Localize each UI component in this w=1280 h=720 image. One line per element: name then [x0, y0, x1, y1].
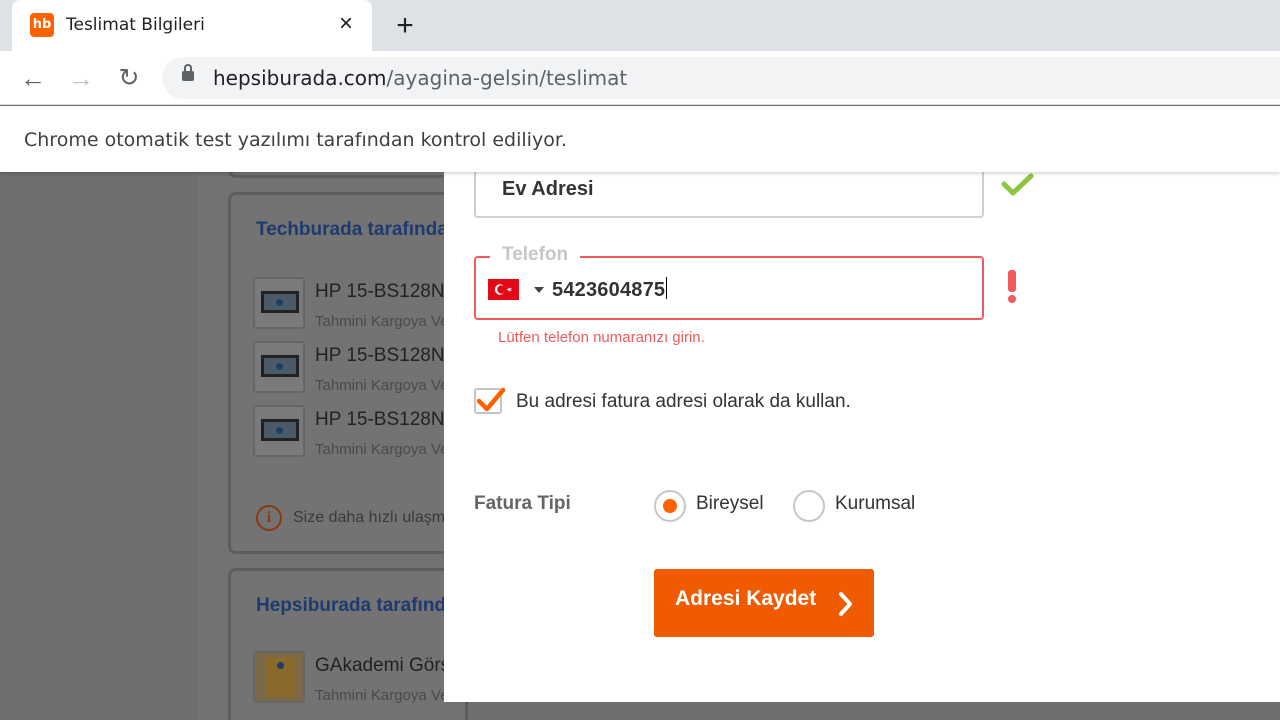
automation-infobar: Chrome otomatik test yazılımı tarafından… [0, 106, 1280, 172]
valid-check-icon [1000, 172, 1040, 200]
tab-title: Teslimat Bilgileri [66, 15, 205, 35]
lock-icon[interactable] [182, 64, 194, 81]
laptop-thumbnail [253, 405, 305, 457]
turkey-flag-icon[interactable] [488, 279, 519, 300]
info-icon: i [256, 505, 282, 531]
item-title: HP 15-BS128N [315, 409, 445, 430]
seller-name: Hepsiburada tarafından [256, 595, 469, 616]
browser-tab[interactable]: hb Teslimat Bilgileri × [12, 0, 372, 51]
save-address-label: Adresi Kaydet [675, 587, 817, 610]
hepsiburada-favicon-icon: hb [30, 13, 54, 37]
url-path: /ayagina-gelsin/teslimat [386, 66, 628, 90]
background-seller-card: Techburada tarafından HP 15-BS128N Tahmi… [228, 192, 471, 554]
tab-close-icon[interactable]: × [334, 12, 358, 36]
back-arrow-icon[interactable]: ← [17, 62, 49, 94]
invoice-corporate-label[interactable]: Kurumsal [835, 493, 915, 515]
seller-name: Techburada tarafından [256, 219, 460, 240]
billing-same-label[interactable]: Bu adresi fatura adresi olarak da kullan… [516, 391, 851, 413]
address-bar[interactable]: hepsiburada.com/ayagina-gelsin/teslimat [162, 57, 1280, 99]
book-thumbnail [253, 651, 305, 703]
country-dropdown-caret-icon[interactable] [534, 287, 544, 293]
new-tab-icon[interactable]: + [390, 11, 420, 42]
invoice-individual-radio[interactable] [654, 490, 686, 522]
phone-input[interactable]: Telefon 5423604875 [474, 244, 984, 320]
billing-same-checkbox[interactable] [474, 387, 506, 414]
browser-toolbar: ← → ↻ hepsiburada.com/ayagina-gelsin/tes… [0, 51, 1280, 105]
reload-icon[interactable]: ↻ [113, 62, 145, 94]
phone-label: Telefon [490, 244, 581, 266]
url-text[interactable]: hepsiburada.com/ayagina-gelsin/teslimat [213, 66, 627, 90]
infobar-message: Chrome otomatik test yazılımı tarafından… [24, 129, 567, 151]
invoice-individual-label[interactable]: Bireysel [696, 493, 764, 515]
address-name-value: Ev Adresi [502, 178, 594, 200]
error-exclamation-icon [1006, 270, 1018, 304]
invoice-type-label: Fatura Tipi [474, 493, 571, 514]
chevron-right-icon [836, 590, 856, 618]
phone-error-message: Lütfen telefon numaranızı girin. [498, 329, 705, 346]
address-name-input[interactable]: Ev Adresi [474, 172, 984, 218]
browser-tab-strip: hb Teslimat Bilgileri × + [0, 0, 1280, 51]
save-address-button[interactable]: Adresi Kaydet [654, 569, 874, 637]
laptop-thumbnail [253, 277, 305, 329]
invoice-corporate-radio[interactable] [793, 490, 825, 522]
address-modal: Ev Adresi Telefon 5423604875 Lütfen tele… [444, 172, 1280, 702]
phone-value: 5423604875 [552, 277, 668, 301]
forward-arrow-icon[interactable]: → [65, 62, 97, 94]
background-seller-card: Hepsiburada tarafından GAkademi Görsel T… [228, 568, 471, 720]
laptop-thumbnail [253, 341, 305, 393]
info-text: Size daha hızlı ulaşması [293, 509, 467, 526]
url-host: hepsiburada.com [213, 66, 387, 90]
item-title: HP 15-BS128N [315, 281, 445, 302]
item-title: GAkademi Görsel [315, 655, 465, 676]
item-title: HP 15-BS128N [315, 345, 445, 366]
